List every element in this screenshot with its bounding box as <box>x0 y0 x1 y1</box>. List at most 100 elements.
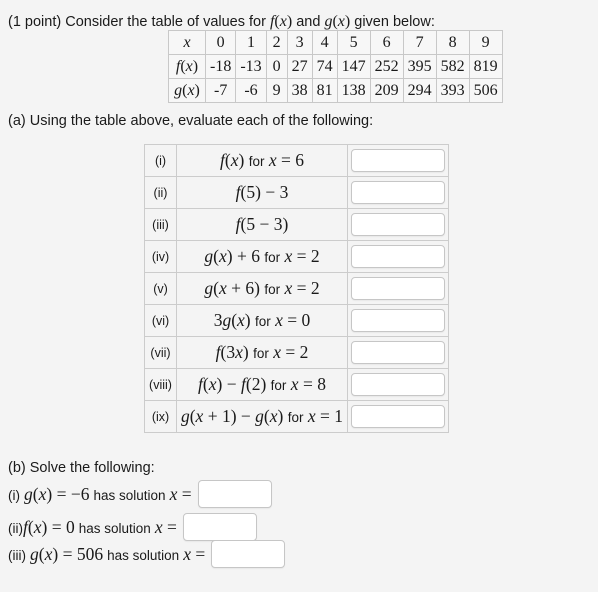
values-cell: 6 <box>369 30 404 55</box>
part-b-question-label: (i) g(x) = −6 has solution x = <box>8 483 192 504</box>
values-cell: 819 <box>468 54 503 79</box>
values-table-container: x 0 1 2 3 4 5 6 7 8 9 f(x) -18 -13 0 27 74 147 252 395 582 81… <box>168 30 503 103</box>
question-number: (i) <box>144 144 177 177</box>
answer-cell <box>347 336 449 369</box>
values-row-label: g(x) <box>168 78 206 103</box>
values-cell: 2 <box>265 30 288 55</box>
answer-input-ix[interactable] <box>351 405 445 428</box>
part-b-question-label: (ii)f(x) = 0 has solution x = <box>8 516 177 537</box>
question-expression: 3g(x) for x = 0 <box>176 304 348 337</box>
values-cell: 294 <box>402 78 437 103</box>
points-label: (1 point) <box>8 14 62 30</box>
question-number: (iii) <box>144 208 177 241</box>
part-a-label: (a) Using the table above, evaluate each… <box>8 113 374 129</box>
answer-input-vii[interactable] <box>351 341 445 364</box>
values-cell: 0 <box>204 30 237 55</box>
part-b-answer-input-iii[interactable] <box>211 540 286 568</box>
answer-input-ii[interactable] <box>351 181 445 204</box>
values-cell: 138 <box>336 78 371 103</box>
question-number: (vi) <box>144 304 177 337</box>
values-cell: -13 <box>235 54 267 79</box>
values-cell: 81 <box>311 78 338 103</box>
question-number: (vii) <box>144 336 177 369</box>
answer-input-viii[interactable] <box>351 373 445 396</box>
part-a-questions-container: (i) f(x) for x = 6 (ii) f(5) − 3 (iii) f(5 − … <box>144 144 449 433</box>
values-cell: -6 <box>235 78 267 103</box>
values-cell: 9 <box>468 30 503 55</box>
intro-conjunction: and <box>296 14 321 30</box>
part-b-question-label: (iii) g(x) = 506 has solution x = <box>8 543 206 564</box>
intro-text-before: Consider the table of values for <box>65 14 266 30</box>
intro-text-after: given below: <box>354 14 435 30</box>
part-b-row: (i) g(x) = −6 has solution x = <box>8 480 272 508</box>
question-expression: g(x + 1) − g(x) for x = 1 <box>176 400 348 433</box>
part-b-row: (ii)f(x) = 0 has solution x = <box>8 513 257 541</box>
values-cell: 582 <box>435 54 470 79</box>
question-expression: g(x) + 6 for x = 2 <box>176 240 348 273</box>
table-row: (ix) g(x + 1) − g(x) for x = 1 <box>144 400 449 433</box>
values-cell: 74 <box>311 54 338 79</box>
answer-input-iv[interactable] <box>351 245 445 268</box>
answer-cell <box>347 208 449 241</box>
answer-input-iii[interactable] <box>351 213 445 236</box>
question-expression: f(x) − f(2) for x = 8 <box>176 368 348 401</box>
table-row: (viii) f(x) − f(2) for x = 8 <box>144 368 449 401</box>
values-cell: 5 <box>336 30 371 55</box>
table-row: (i) f(x) for x = 6 <box>144 144 449 177</box>
answer-input-i[interactable] <box>351 149 445 172</box>
values-table-row: g(x) -7 -6 9 38 81 138 209 294 393 506 <box>168 78 503 103</box>
part-b-row: (iii) g(x) = 506 has solution x = <box>8 540 286 568</box>
question-number: (v) <box>144 272 177 305</box>
question-expression: f(5 − 3) <box>176 208 348 241</box>
answer-cell <box>347 176 449 209</box>
question-expression: f(3x) for x = 2 <box>176 336 348 369</box>
values-cell: 4 <box>311 30 338 55</box>
values-cell: 38 <box>286 78 313 103</box>
values-table-row: x0123456789 <box>168 30 503 55</box>
answer-input-vi[interactable] <box>351 309 445 332</box>
part-b-answer-input-ii[interactable] <box>182 513 257 541</box>
values-cell: 9 <box>265 78 288 103</box>
answer-cell <box>347 240 449 273</box>
values-table-row: f(x) -18 -13 0 27 74 147 252 395 582 819 <box>168 54 503 79</box>
values-cell: 506 <box>468 78 503 103</box>
question-expression: f(5) − 3 <box>176 176 348 209</box>
question-number: (viii) <box>144 368 177 401</box>
values-cell: 7 <box>402 30 437 55</box>
table-row: (iv) g(x) + 6 for x = 2 <box>144 240 449 273</box>
problem-statement: (1 point) Consider the table of values f… <box>8 13 435 31</box>
values-row-label: x <box>168 30 206 55</box>
answer-cell <box>347 400 449 433</box>
values-cell: 8 <box>435 30 470 55</box>
intro-function-g: g(x) <box>324 13 351 30</box>
answer-cell <box>347 368 449 401</box>
question-number: (iv) <box>144 240 177 273</box>
values-cell: -7 <box>204 78 237 103</box>
values-cell: 209 <box>369 78 404 103</box>
table-row: (iii) f(5 − 3) <box>144 208 449 241</box>
answer-cell <box>347 304 449 337</box>
answer-cell <box>347 272 449 305</box>
question-expression: f(x) for x = 6 <box>176 144 348 177</box>
table-row: (vii) f(3x) for x = 2 <box>144 336 449 369</box>
values-cell: 1 <box>235 30 267 55</box>
values-cell: 393 <box>435 78 470 103</box>
values-row-label: f(x) <box>168 54 206 79</box>
intro-function-f: f(x) <box>269 13 293 30</box>
answer-cell <box>347 144 449 177</box>
question-expression: g(x + 6) for x = 2 <box>176 272 348 305</box>
table-row: (vi) 3g(x) for x = 0 <box>144 304 449 337</box>
part-b-answer-input-i[interactable] <box>197 480 272 508</box>
values-cell: 147 <box>336 54 371 79</box>
table-row: (v) g(x + 6) for x = 2 <box>144 272 449 305</box>
answer-input-v[interactable] <box>351 277 445 300</box>
values-table: x 0 1 2 3 4 5 6 7 8 9 f(x) -18 -13 0 27 74 147 252 395 582 81… <box>168 30 503 103</box>
part-b-label: (b) Solve the following: <box>8 460 155 476</box>
values-cell: 3 <box>286 30 313 55</box>
values-cell: -18 <box>204 54 237 79</box>
part-a-questions-table: (i) f(x) for x = 6 (ii) f(5) − 3 (iii) f(5 − … <box>144 144 449 433</box>
question-number: (ix) <box>144 400 177 433</box>
values-cell: 27 <box>286 54 313 79</box>
values-cell: 395 <box>402 54 437 79</box>
values-cell: 0 <box>265 54 288 79</box>
